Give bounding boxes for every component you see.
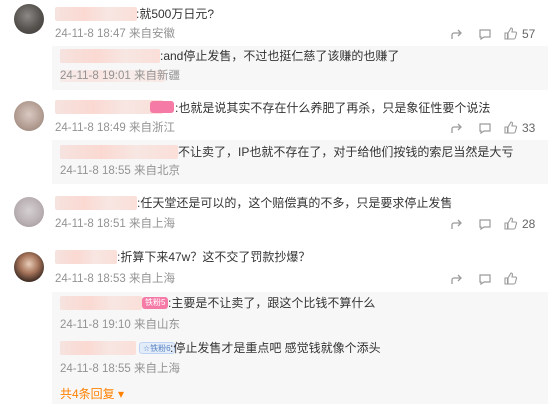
share-button[interactable]: [450, 26, 464, 42]
more-replies-link[interactable]: 共4条回复 ▾: [60, 387, 124, 401]
comment-text: :就500万日元?: [136, 7, 215, 21]
username-blurred[interactable]: [60, 341, 136, 355]
fan-badge: 铁粉5: [142, 297, 169, 309]
username-blurred[interactable]: [55, 250, 117, 264]
like-count: 28: [522, 217, 536, 231]
comment-text: :任天堂还是可以的，这个赔偿真的不多，只是要求停止发售: [137, 196, 453, 210]
comment-text: :也就是说其实不存在什么养肥了再杀，只是象征性要个说法: [175, 101, 491, 115]
reply-meta: 24-11-8 18:55 来自北京: [60, 165, 180, 177]
comment-icon: [479, 123, 491, 135]
comment-icon: [479, 219, 491, 231]
like-button[interactable]: [503, 25, 518, 41]
username-blurred[interactable]: [60, 145, 178, 159]
like-button[interactable]: [503, 215, 518, 231]
username-blurred[interactable]: [60, 49, 160, 63]
reply-meta: 24-11-8 19:01 来自新疆: [60, 70, 180, 82]
share-icon: [451, 123, 462, 133]
share-icon: [451, 29, 462, 39]
like-button[interactable]: [503, 270, 518, 286]
username-blurred[interactable]: [60, 296, 142, 310]
username-blurred[interactable]: [55, 196, 137, 210]
comment-icon: [479, 29, 491, 41]
fan-badge: [150, 101, 174, 113]
reply-meta: 24-11-8 19:10 来自山东: [60, 319, 180, 331]
comment-button[interactable]: [478, 120, 492, 136]
share-button[interactable]: [450, 120, 464, 136]
share-button[interactable]: [450, 271, 464, 287]
comment-meta: 24-11-8 18:51 来自上海: [55, 218, 175, 230]
share-icon: [451, 274, 462, 284]
like-count: 57: [522, 27, 536, 41]
like-icon: [504, 271, 518, 285]
avatar[interactable]: [14, 252, 44, 282]
like-count: 33: [522, 121, 536, 135]
reply-text: :主要是不让卖了，跟这个比钱不算什么: [168, 296, 376, 310]
like-icon: [504, 120, 518, 134]
reply-text: :and停止发售，不过也挺仁慈了该赚的也赚了: [160, 49, 400, 63]
comment-button[interactable]: [478, 26, 492, 42]
like-icon: [504, 216, 518, 230]
username-blurred[interactable]: [55, 100, 163, 114]
share-icon: [451, 219, 462, 229]
like-icon: [504, 26, 518, 40]
reply-text: :停止发售才是重点吧 感觉钱就像个添头: [170, 341, 381, 355]
reply-meta: 24-11-8 18:55 来自上海: [60, 363, 180, 375]
comment-icon: [479, 274, 491, 286]
reply-text: 不让卖了，IP也就不存在了，对于给他们按钱的索尼当然是大亏: [178, 145, 514, 159]
avatar[interactable]: [14, 101, 44, 131]
comment-button[interactable]: [478, 271, 492, 287]
share-button[interactable]: [450, 216, 464, 232]
comment-meta: 24-11-8 18:53 来自上海: [55, 273, 175, 285]
comment-button[interactable]: [478, 216, 492, 232]
comment-text: :折算下来47w？这不交了罚款抄爆？: [117, 250, 311, 264]
avatar[interactable]: [14, 4, 44, 34]
comment-meta: 24-11-8 18:49 来自浙江: [55, 122, 175, 134]
comment-meta: 24-11-8 18:47 来自安徽: [55, 28, 175, 40]
username-blurred[interactable]: [55, 7, 137, 21]
like-button[interactable]: [503, 119, 518, 135]
avatar[interactable]: [14, 197, 44, 227]
